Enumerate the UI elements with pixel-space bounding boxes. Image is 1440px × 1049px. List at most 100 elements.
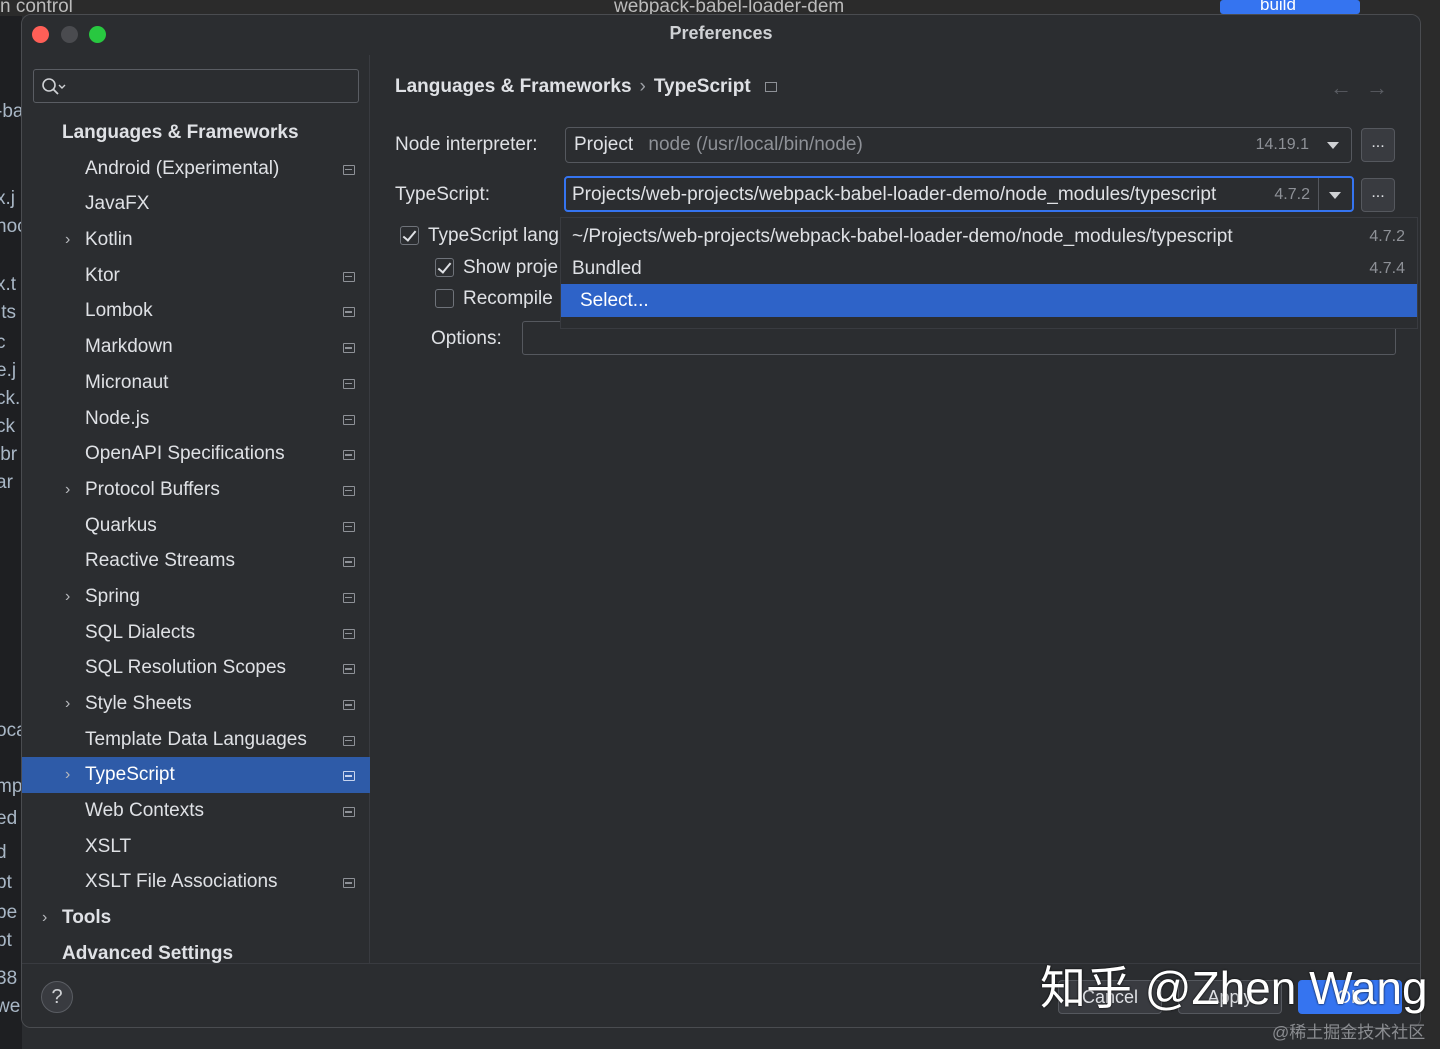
tree-item-web-contexts[interactable]: Web Contexts [22,793,370,829]
navigation-arrows: ←→ [1330,75,1402,101]
tree-item-languages-frameworks[interactable]: Languages & Frameworks [22,115,370,151]
typescript-browse-button[interactable]: ... [1361,178,1395,212]
project-scope-icon [343,771,355,782]
breadcrumb-parent[interactable]: Languages & Frameworks [395,76,632,97]
tree-item-label: SQL Resolution Scopes [85,657,287,679]
recompile-on-changes-label: Recompile [463,288,553,309]
tree-item-spring[interactable]: › Spring [22,579,370,615]
node-interpreter-select[interactable]: Project node (/usr/local/bin/node) 14.19… [565,127,1352,163]
typescript-language-service-label: TypeScript lang [428,225,559,246]
breadcrumb: Languages & Frameworks › TypeScript [395,76,777,98]
chevron-right-icon[interactable]: › [42,900,47,936]
typescript-package-value[interactable]: Projects/web-projects/webpack-babel-load… [566,184,1216,205]
chevron-right-icon[interactable]: › [65,222,70,258]
tree-item-quarkus[interactable]: Quarkus [22,508,370,544]
node-interpreter-value: node (/usr/local/bin/node) [648,134,863,155]
tree-item-xslt-file-associations[interactable]: XSLT File Associations [22,864,370,900]
settings-search-input[interactable] [33,69,359,103]
show-project-errors-checkbox[interactable] [435,258,454,277]
title-bar: Preferences [22,15,1420,55]
help-button[interactable]: ? [41,981,73,1013]
dropdown-item-bundled[interactable]: Bundled 4.7.4 [561,252,1417,285]
node-interpreter-browse-button[interactable]: ... [1361,128,1395,162]
dropdown-item-version: 4.7.2 [1369,228,1405,245]
project-scope-icon [343,450,355,461]
background-code-fragment: we [0,996,21,1017]
tree-item-lombok[interactable]: Lombok [22,293,370,329]
chevron-right-icon[interactable]: › [65,472,70,508]
project-scope-icon [343,378,355,389]
tree-item-tools[interactable]: › Tools [22,900,370,936]
chevron-right-icon[interactable]: › [65,686,70,722]
tree-item-label: Web Contexts [85,800,204,822]
tree-item-protocol-buffers[interactable]: › Protocol Buffers [22,472,370,508]
watermark-juejin: @稀土掘金技术社区 [1272,1023,1426,1042]
project-scope-icon [764,81,777,92]
tree-item-markdown[interactable]: Markdown [22,329,370,365]
chevron-right-icon[interactable]: › [65,579,70,615]
typescript-language-service-checkbox[interactable] [400,226,419,245]
recompile-on-changes-checkbox[interactable] [435,289,454,308]
dropdown-item-label: ~/Projects/web-projects/webpack-babel-lo… [572,226,1233,247]
preferences-dialog: Preferences Languages & Frameworks Androi… [21,14,1421,1028]
background-right-edge [1420,16,1440,1049]
tree-item-kotlin[interactable]: › Kotlin [22,222,370,258]
tree-item-openapi-specifications[interactable]: OpenAPI Specifications [22,436,370,472]
tree-item-style-sheets[interactable]: › Style Sheets [22,686,370,722]
background-code-fragment: 38 [0,968,18,989]
node-interpreter-prefix: Project [574,134,634,155]
dropdown-item-select[interactable]: Select... [561,284,1417,317]
tree-item-label: Kotlin [85,229,133,251]
tree-item-label: Reactive Streams [85,550,235,572]
chevron-down-icon[interactable] [1318,178,1352,210]
tree-item-label: JavaFX [85,193,150,215]
tree-item-android-experimental[interactable]: Android (Experimental) [22,151,370,187]
back-arrow-icon[interactable]: ← [1330,75,1366,100]
project-scope-icon [343,414,355,425]
tree-item-label: Languages & Frameworks [62,122,299,143]
project-scope-icon [343,735,355,746]
background-editor-gutter: -ba x.j noc x.t .ts c e.j ck. ck ibr ar oca mp ed d pt p… [0,16,22,1049]
project-scope-icon [343,307,355,318]
tree-item-micronaut[interactable]: Micronaut [22,365,370,401]
project-scope-icon [343,700,355,710]
settings-tree: Languages & Frameworks Android (Experimen… [22,115,370,972]
tree-item-reactive-streams[interactable]: Reactive Streams [22,543,370,579]
dialog-title: Preferences [669,23,773,43]
typescript-version: 4.7.2 [1274,186,1310,203]
project-scope-icon [343,164,355,175]
tree-item-template-data-languages[interactable]: Template Data Languages [22,722,370,758]
tree-item-label: XSLT File Associations [85,871,278,893]
settings-content-panel: Languages & Frameworks › TypeScript ←→ Nod… [371,55,1420,963]
background-code-fragment: .ts [0,302,17,323]
chevron-down-icon[interactable] [1317,128,1351,162]
background-code-fragment: -ba [0,101,22,122]
tree-item-label: Spring [85,585,140,607]
tree-item-xslt[interactable]: XSLT [22,829,370,865]
dropdown-item-label: Select... [580,290,649,311]
background-code-fragment: ar [0,472,13,493]
tree-item-sql-resolution-scopes[interactable]: SQL Resolution Scopes [22,650,370,686]
dropdown-item-label: Bundled [572,258,642,279]
tree-item-label: Style Sheets [85,693,192,714]
tree-item-typescript[interactable]: › TypeScript [22,757,370,794]
tree-item-sql-dialects[interactable]: SQL Dialects [22,615,370,651]
background-code-fragment: x.j [0,188,15,209]
tree-item-javafx[interactable]: JavaFX [22,186,370,222]
project-scope-icon [343,878,355,889]
tree-item-label: Tools [62,907,112,929]
tree-item-ktor[interactable]: Ktor [22,258,370,294]
background-code-fragment: e.j [0,360,17,381]
tree-item-node-js[interactable]: Node.js [22,401,370,437]
project-scope-icon [343,521,355,532]
background-code-fragment: pt [0,930,12,951]
tree-item-label: Template Data Languages [85,728,307,750]
show-project-errors-label: Show proje [463,257,559,278]
forward-arrow-icon[interactable]: → [1366,75,1402,100]
chevron-right-icon[interactable]: › [65,757,70,793]
tree-item-label: Markdown [85,336,173,358]
project-scope-icon [343,343,355,354]
tree-item-label: Quarkus [85,514,157,536]
dropdown-item-local-typescript[interactable]: ~/Projects/web-projects/webpack-babel-lo… [561,220,1417,253]
typescript-package-select[interactable]: Projects/web-projects/webpack-babel-load… [564,176,1354,212]
